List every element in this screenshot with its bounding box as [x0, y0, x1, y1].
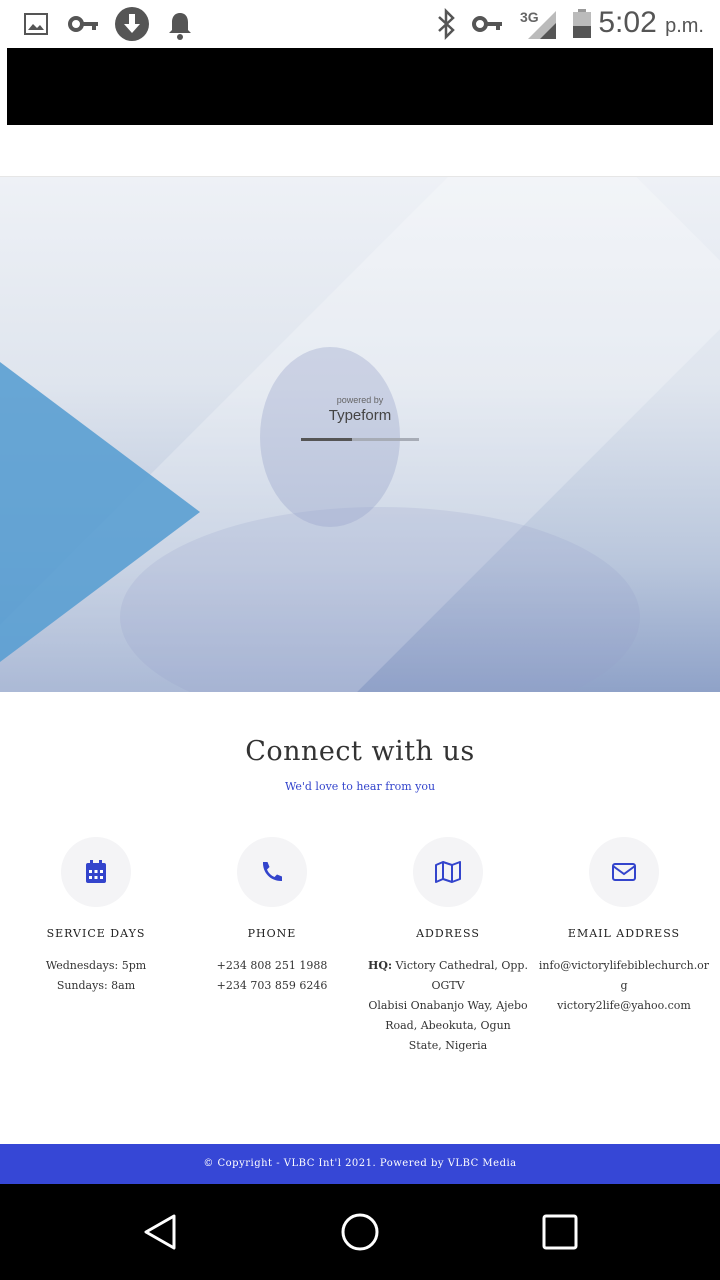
status-bar: 3G 5:02 p.m.	[0, 0, 720, 48]
address-line: Olabisi Onabanjo Way, Ajebo Road, Abeoku…	[368, 999, 528, 1052]
card-text: info@victorylifebiblechurch.org victory2…	[536, 956, 712, 1016]
phone-icon	[262, 862, 282, 882]
battery-icon	[573, 9, 591, 38]
email-link[interactable]: victory2life@yahoo.com	[536, 996, 712, 1016]
bluetooth-icon	[438, 8, 455, 40]
card-text: Wednesdays: 5pm Sundays: 8am	[8, 956, 184, 996]
service-day-sunday: Sundays: 8am	[56, 979, 136, 992]
card-text: HQ: Victory Cathedral, Opp. OGTV Olabisi…	[360, 956, 536, 1056]
banner-placeholder	[7, 48, 713, 125]
home-icon[interactable]	[340, 1212, 380, 1252]
download-icon	[115, 7, 149, 41]
bell-icon	[169, 13, 191, 40]
image-icon	[24, 13, 48, 35]
hq-label: HQ:	[368, 959, 393, 972]
section-subtitle: We'd love to hear from you	[284, 780, 436, 793]
recents-icon[interactable]	[542, 1214, 578, 1250]
address-card: ADDRESS HQ: Victory Cathedral, Opp. OGTV…	[360, 837, 536, 1056]
icon-circle	[61, 837, 131, 907]
clock: 5:02 p.m.	[598, 6, 704, 39]
icon-circle	[237, 837, 307, 907]
map-icon	[435, 861, 461, 883]
phone-number[interactable]: +234 703 859 6246	[184, 976, 360, 996]
envelope-icon	[612, 863, 636, 881]
phone-number[interactable]: +234 808 251 1988	[184, 956, 360, 976]
loading-progress-bar	[301, 438, 419, 441]
navigation-bar	[0, 1184, 720, 1280]
phone-card: PHONE +234 808 251 1988 +234 703 859 624…	[184, 837, 360, 996]
address-line: Victory Cathedral, Opp. OGTV	[392, 959, 528, 992]
signal-icon	[528, 11, 556, 39]
typeform-logo: Typeform	[328, 407, 392, 424]
service-day-wednesday: Wednesdays: 5pm	[45, 959, 147, 972]
calendar-icon	[86, 860, 106, 883]
address-hq: HQ: Victory Cathedral, Opp. OGTV	[368, 956, 528, 996]
loading-progress-fill	[301, 438, 352, 441]
section-title: Connect with us	[245, 736, 475, 767]
card-title: PHONE	[247, 927, 297, 940]
typeform-loader: powered by Typeform	[300, 395, 420, 441]
worshipper-silhouette	[260, 347, 400, 527]
card-title: ADDRESS	[416, 927, 480, 940]
icon-circle	[413, 837, 483, 907]
vpn-key-icon	[68, 16, 98, 32]
icon-circle	[589, 837, 659, 907]
back-icon[interactable]	[140, 1212, 180, 1252]
blue-triangle-decoration	[0, 362, 200, 662]
footer-copyright: © Copyright - VLBC Int'l 2021. Powered b…	[0, 1144, 720, 1184]
email-link[interactable]: info@victorylifebiblechurch.org	[536, 956, 712, 996]
email-card: EMAIL ADDRESS info@victorylifebiblechurc…	[536, 837, 712, 1016]
card-title: EMAIL ADDRESS	[567, 927, 681, 940]
powered-by-label: powered by	[336, 395, 384, 405]
vpn-key-icon	[472, 16, 502, 32]
service-days-card: SERVICE DAYS Wednesdays: 5pm Sundays: 8a…	[8, 837, 184, 996]
card-text: +234 808 251 1988 +234 703 859 6246	[184, 956, 360, 996]
typeform-embed[interactable]: powered by Typeform	[0, 176, 720, 692]
card-title: SERVICE DAYS	[46, 927, 146, 940]
